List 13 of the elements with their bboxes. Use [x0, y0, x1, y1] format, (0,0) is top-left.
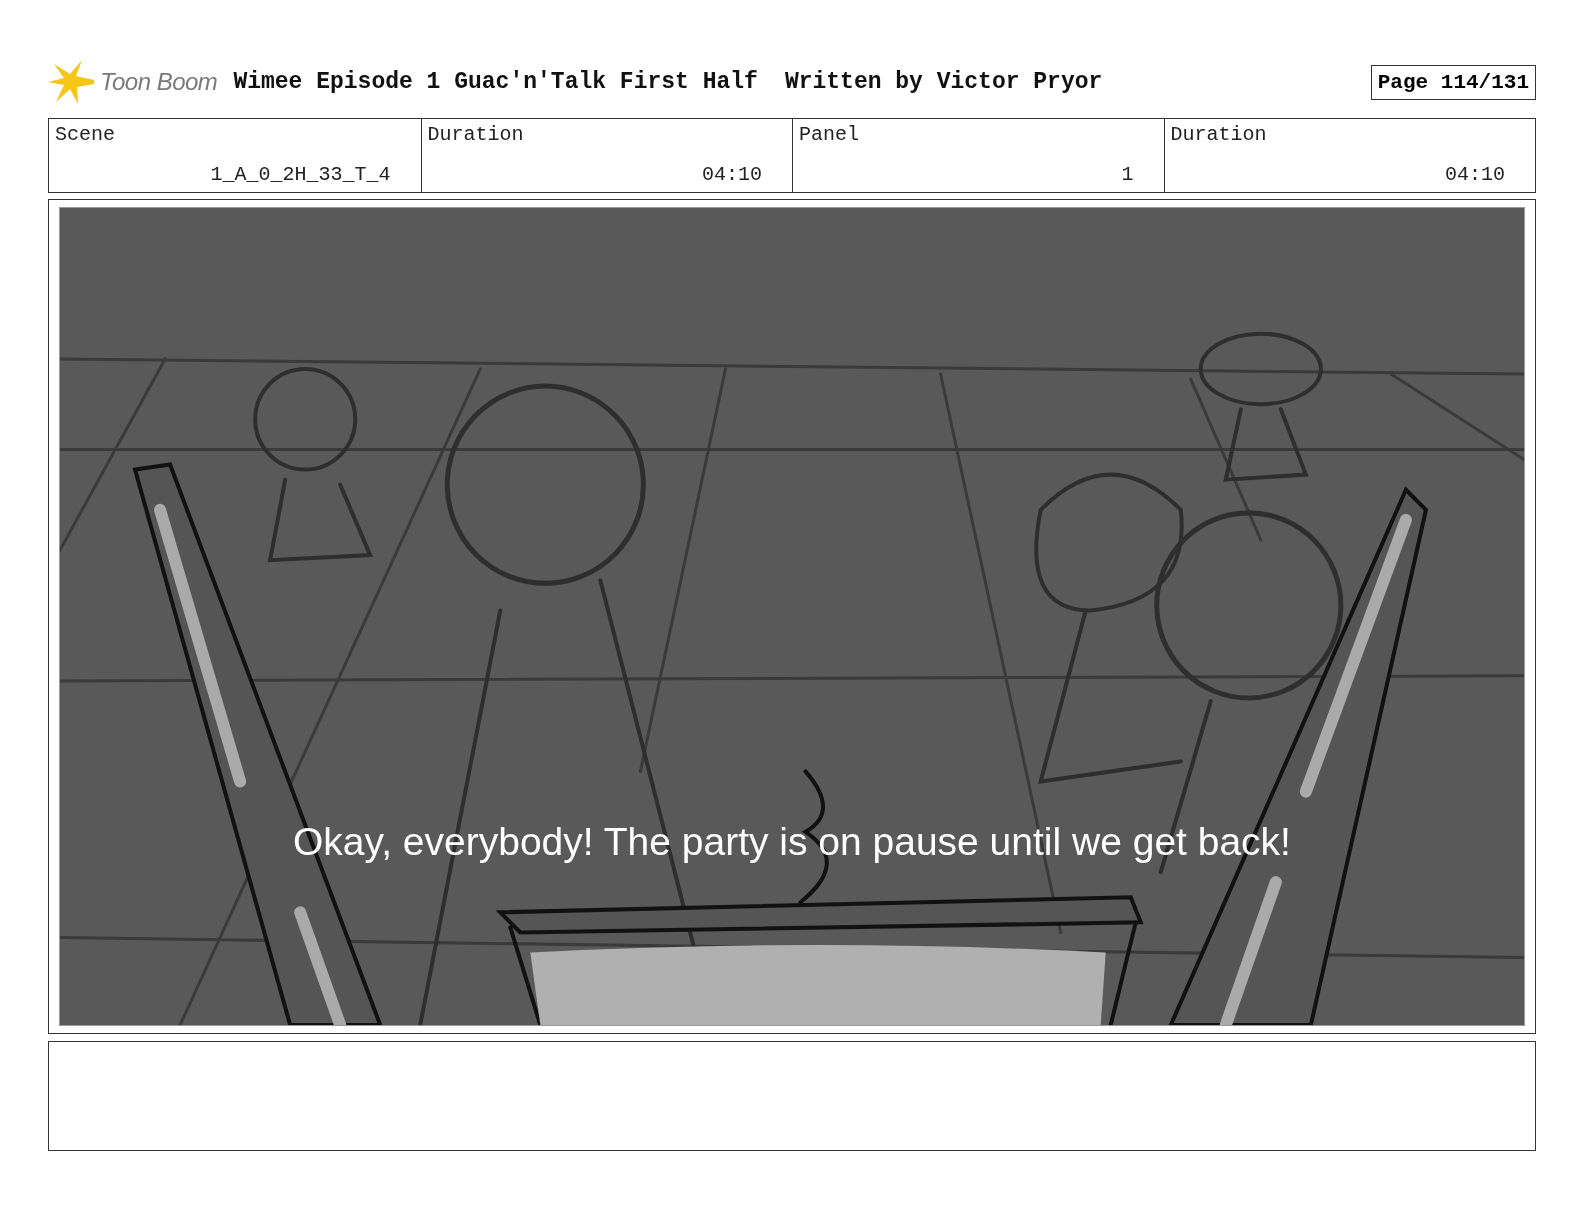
field-label: Duration	[1170, 123, 1267, 146]
field-value: 1	[1121, 163, 1134, 186]
field-label: Scene	[55, 123, 115, 146]
document-title: Wimee Episode 1 Guac'n'Talk First Half	[233, 69, 758, 95]
page-number: Page 114/131	[1370, 64, 1536, 100]
dialogue-caption: Okay, everybody! The party is on pause until we get back!	[292, 820, 1292, 864]
field-value: 04:10	[1445, 163, 1505, 186]
field-label: Panel	[799, 123, 859, 146]
field-value: 1_A_0_2H_33_T_4	[210, 163, 391, 186]
logo-text: Toon Boom	[100, 68, 218, 96]
author-credit: Written by Victor Pryor	[784, 69, 1103, 95]
field-label: Duration	[427, 123, 524, 146]
field-value: 04:10	[702, 163, 762, 186]
